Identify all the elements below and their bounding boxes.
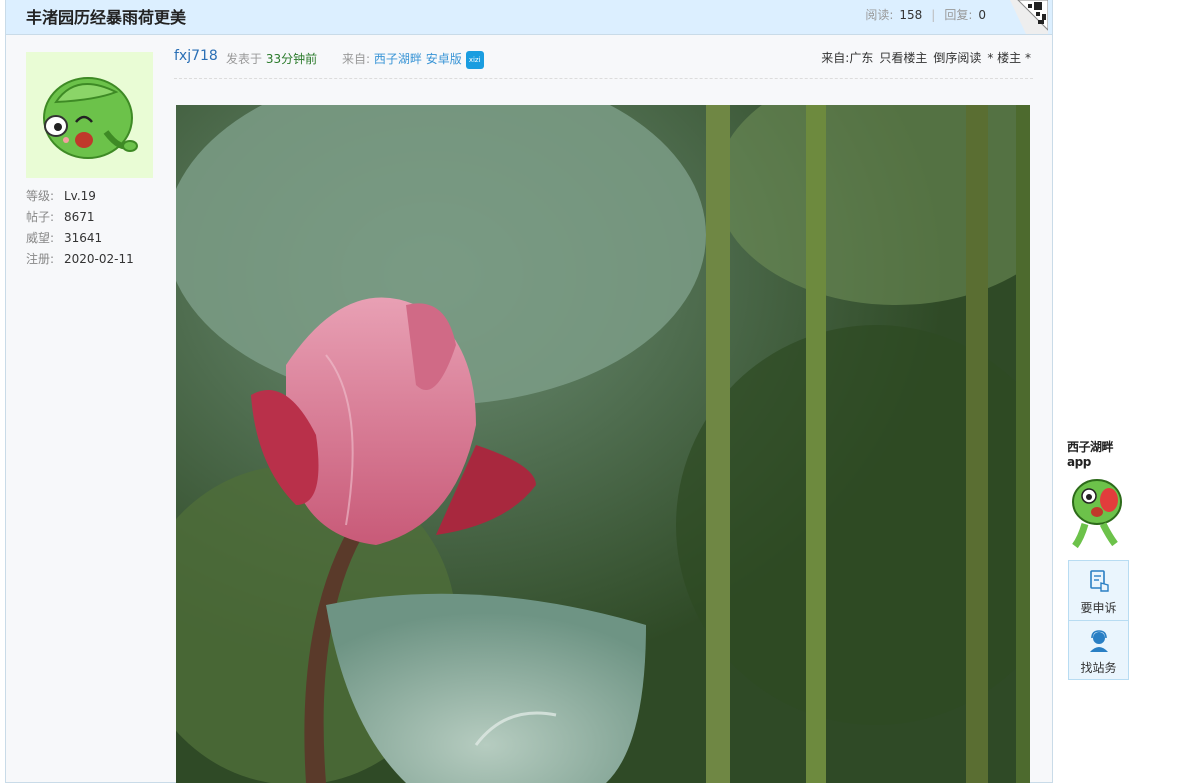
author-level: 等级: Lv.19 xyxy=(26,189,96,203)
source-link[interactable]: 西子湖畔 安卓版 xyxy=(374,52,462,66)
post-header: fxj718 发表于 33分钟前 来自: 西子湖畔 安卓版 xizi 来自:广东只… xyxy=(174,38,1033,79)
post-actions: 来自:广东 只看楼主 倒序阅读 * 楼主 * xyxy=(815,49,1031,66)
read-count: 158 xyxy=(899,8,923,22)
post-location: 来自:广东 xyxy=(821,51,874,65)
reply-label: 回复: xyxy=(944,8,973,22)
post-photo[interactable] xyxy=(176,105,1030,783)
post-source: 来自: 西子湖畔 安卓版 xizi xyxy=(342,50,484,69)
complain-button[interactable]: 要申诉 xyxy=(1069,561,1128,620)
app-subtitle: app xyxy=(1067,455,1091,469)
posted-time: 发表于 33分钟前 xyxy=(226,52,318,66)
thread-title-bar: 丰渚园历经暴雨荷更美 阅读: 158 | 回复: 0 xyxy=(6,0,1052,35)
person-headset-icon xyxy=(1089,630,1108,652)
username-link[interactable]: fxj718 xyxy=(174,48,218,64)
author-posts: 帖子: 8671 xyxy=(26,210,95,224)
app-title: 西子湖畔 xyxy=(1067,440,1114,454)
side-buttons: 要申诉 找站务 xyxy=(1068,560,1129,680)
qr-code-icon[interactable] xyxy=(1008,0,1048,34)
floor-label: * 楼主 * xyxy=(987,51,1031,65)
service-button[interactable]: 找站务 xyxy=(1069,620,1128,679)
reply-count: 0 xyxy=(978,8,986,22)
author-prestige: 威望: 31641 xyxy=(26,231,103,245)
service-label: 找站务 xyxy=(1080,661,1117,675)
author-register: 注册: 2020-02-11 xyxy=(26,252,134,266)
stats-divider: | xyxy=(931,8,936,22)
post-container: 丰渚园历经暴雨荷更美 阅读: 158 | 回复: 0 等级: Lv.19 帖子:… xyxy=(5,0,1053,783)
lotus-photo-image xyxy=(176,105,1030,783)
frog-mascot-icon xyxy=(1072,479,1122,549)
thread-stats: 阅读: 158 | 回复: 0 xyxy=(865,6,986,23)
read-label: 阅读: xyxy=(865,8,894,22)
app-promo[interactable]: 西子湖畔 app xyxy=(1067,440,1131,555)
only-author-link[interactable]: 只看楼主 xyxy=(879,51,927,65)
page: 丰渚园历经暴雨荷更美 阅读: 158 | 回复: 0 等级: Lv.19 帖子:… xyxy=(0,0,1199,783)
thread-title: 丰渚园历经暴雨荷更美 xyxy=(26,8,187,27)
complain-label: 要申诉 xyxy=(1080,601,1117,615)
reverse-read-link[interactable]: 倒序阅读 xyxy=(933,51,981,65)
xizi-badge-icon: xizi xyxy=(465,50,484,69)
author-panel: 等级: Lv.19 帖子: 8671 威望: 31641 注册: 2020-02-11 xyxy=(26,52,153,270)
avatar[interactable] xyxy=(26,52,153,178)
author-info: 等级: Lv.19 帖子: 8671 威望: 31641 注册: 2020-02-11 xyxy=(26,186,153,270)
frog-mascot-icon xyxy=(43,77,138,159)
document-hand-icon xyxy=(1089,570,1109,592)
